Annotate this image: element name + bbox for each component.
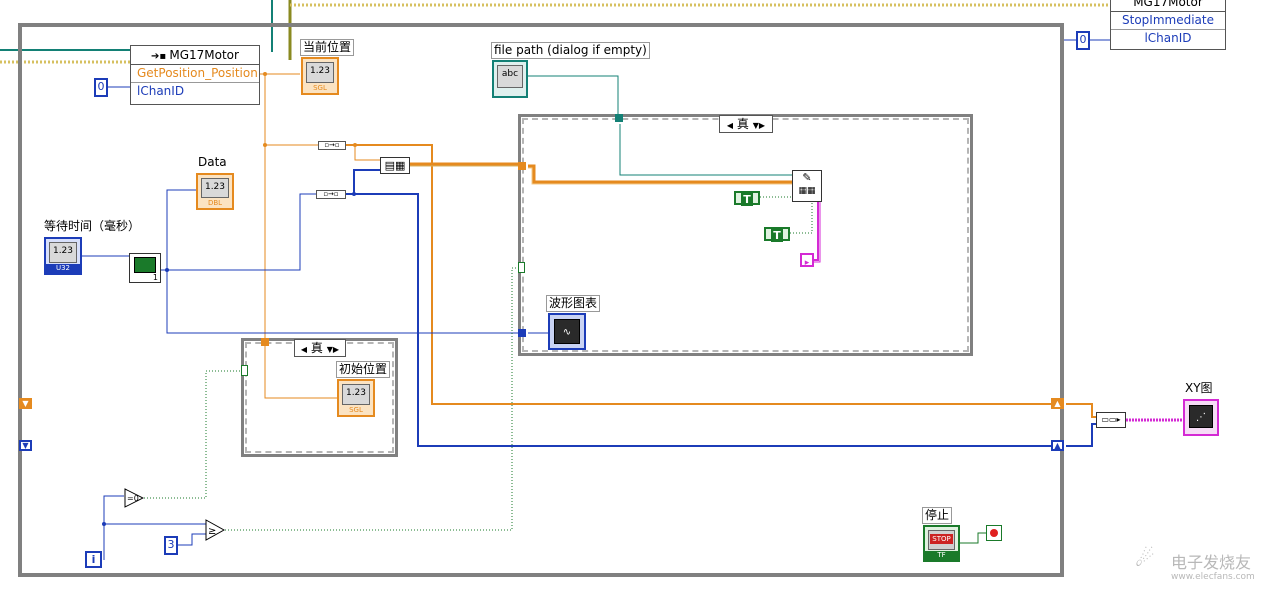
current-position-indicator[interactable]: 1.23 SGL <box>301 57 339 95</box>
stop-condition-terminal <box>986 525 1002 541</box>
stop-button-control[interactable]: STOP TF <box>923 525 960 562</box>
watermark: ☄ 电子发烧友 www.elecfans.com <box>1135 547 1255 582</box>
build-array-node[interactable]: ▤▦ <box>380 157 410 174</box>
file-path-label: file path (dialog if empty) <box>491 42 650 59</box>
motor-method: GetPosition_Position <box>131 65 259 83</box>
loop-iteration-terminal: i <box>85 551 102 568</box>
bundle-node-1[interactable]: ▫→▫ <box>318 141 346 150</box>
case-tunnel-orange <box>518 162 526 170</box>
bundle-icon: ▫→▫ <box>323 190 339 198</box>
initial-position-label: 初始位置 <box>336 361 391 378</box>
motor-stop-method: StopImmediate <box>1111 12 1225 30</box>
write-case-selector[interactable]: ◀ 真 ▼▶ <box>719 115 773 133</box>
waveform-chart-indicator[interactable]: ∿ <box>548 313 586 350</box>
bundle-icon: ▫→▫ <box>324 141 340 149</box>
chan-id-constant-right[interactable]: 0 <box>1076 31 1090 50</box>
shift-register-left-orange: ▼ <box>19 398 32 409</box>
init-case-tunnel <box>261 338 269 346</box>
motor-stop-title: MG17Motor <box>1111 0 1225 12</box>
shift-register-right-blue: ▲ <box>1051 440 1064 451</box>
true-constant-1[interactable]: T <box>734 191 760 206</box>
motor-get-position-node[interactable]: ➔▪ MG17Motor GetPosition_Position lChanI… <box>130 45 260 105</box>
xy-graph-icon: ⋰ <box>1189 405 1213 428</box>
file-path-control[interactable]: abc <box>492 60 528 98</box>
greater-or-equal-icon: ≥ <box>205 519 226 541</box>
data-label: Data <box>198 155 227 169</box>
motor-stop-param: lChanID <box>1144 31 1192 45</box>
case-next-icon: ▼▶ <box>326 345 340 354</box>
error-icon: ▸ <box>804 258 810 268</box>
write-case-structure[interactable] <box>518 114 973 356</box>
motor-node-title: ➔▪ MG17Motor <box>131 46 259 65</box>
waveform-chart-label: 波形图表 <box>546 295 601 312</box>
bundle-icon: ▭▭▸ <box>1101 415 1121 424</box>
wait-timer-function[interactable]: 1 <box>129 253 161 283</box>
case-tunnel-teal <box>615 114 623 122</box>
xy-bundle-node[interactable]: ▭▭▸ <box>1096 412 1126 428</box>
chan-id-constant-left[interactable]: 0 <box>94 78 108 97</box>
greater-or-equal-function[interactable]: ≥ <box>205 519 226 541</box>
waveform-chart-icon: ∿ <box>554 319 580 344</box>
initial-position-indicator[interactable]: 1.23 SGL <box>337 379 375 417</box>
stop-label: 停止 <box>922 507 953 524</box>
init-case-selector[interactable]: ◀ 真 ▼▶ <box>294 339 346 357</box>
case-selector-terminal <box>518 262 525 273</box>
equal-zero-function[interactable]: =0 <box>124 488 145 508</box>
xy-graph-label: XY图 <box>1185 381 1213 395</box>
current-position-label: 当前位置 <box>300 39 355 56</box>
shift-register-right-orange: ▲ <box>1051 398 1064 409</box>
true-constant-2[interactable]: T <box>764 227 790 242</box>
init-case-selector-terminal <box>241 365 248 376</box>
motor-stop-node[interactable]: MG17Motor StopImmediate lChanID <box>1110 0 1226 50</box>
constant-three[interactable]: 3 <box>164 536 178 555</box>
case-next-icon: ▼▶ <box>752 121 766 130</box>
xy-graph-indicator[interactable]: ⋰ <box>1183 399 1219 436</box>
case-prev-icon: ◀ <box>726 121 734 130</box>
shift-register-left-blue: ▼ <box>19 440 32 451</box>
write-spreadsheet-function[interactable]: ✎ ▦▦ <box>792 170 822 202</box>
watermark-logo-icon: ☄ <box>1135 547 1155 572</box>
motor-param: lChanID <box>137 84 185 98</box>
error-out-terminal[interactable]: ▸ <box>800 253 814 268</box>
case-tunnel-blue <box>518 329 526 337</box>
spreadsheet-grid-icon: ▦▦ <box>798 186 816 196</box>
bundle-node-2[interactable]: ▫→▫ <box>316 190 346 199</box>
svg-text:=0: =0 <box>127 494 139 503</box>
wait-timer-icon <box>134 257 156 273</box>
wait-time-control[interactable]: 1.23 U32 <box>44 237 82 275</box>
data-indicator[interactable]: 1.23 DBL <box>196 173 234 210</box>
equal-zero-icon: =0 <box>124 488 145 508</box>
stop-condition-icon <box>990 529 998 537</box>
svg-text:≥: ≥ <box>208 526 216 537</box>
wait-time-label: 等待时间（毫秒） <box>44 219 141 233</box>
build-array-icon: ▤▦ <box>384 159 406 172</box>
invoke-arrow-icon: ➔▪ <box>151 51 170 62</box>
write-to-spreadsheet-icon: ✎ <box>802 171 812 184</box>
case-prev-icon: ◀ <box>300 345 308 354</box>
